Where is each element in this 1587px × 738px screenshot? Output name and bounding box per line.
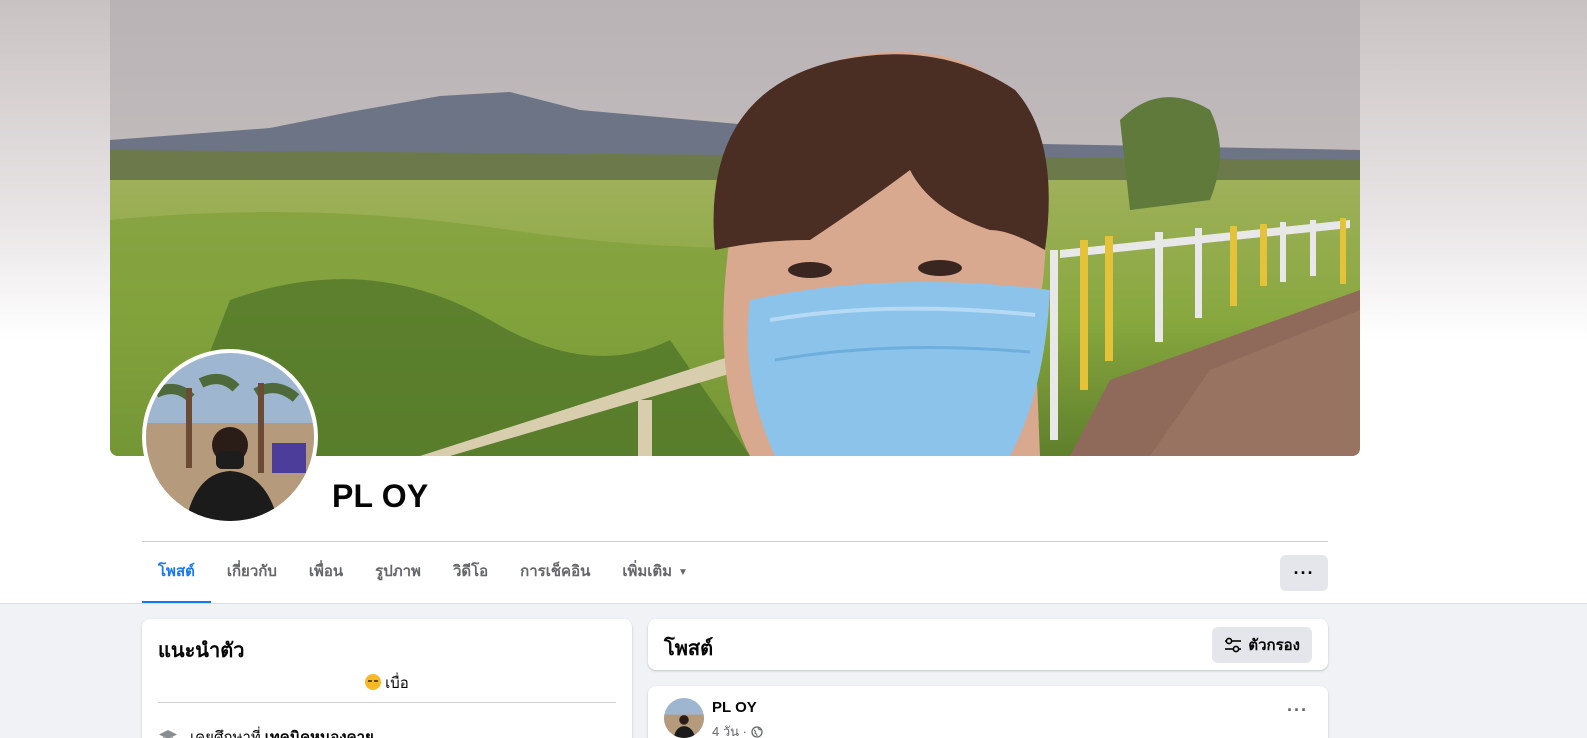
tab-label: โพสต์ [158,563,195,580]
profile-avatar[interactable] [142,349,318,525]
intro-education: เคยศึกษาที่ เทคนิคหนองคาย [158,725,374,738]
posts-header-card: โพสต์ ตัวกรอง [648,619,1328,670]
post-author-name[interactable]: PL OY [712,699,757,716]
intro-bio: เบื่อ [142,671,632,695]
post-author-avatar[interactable] [664,698,704,738]
intro-card: แนะนำตัว เบื่อ เคยศึกษาที่ เทคนิคหนองคาย [142,619,632,738]
header-divider [142,541,1328,542]
education-prefix: เคยศึกษาที่ [190,729,261,738]
filter-label: ตัวกรอง [1248,637,1300,654]
intro-bio-text: เบื่อ [385,675,409,692]
tab-label: วิดีโอ [452,563,489,580]
tab-label: การเช็คอิน [520,563,591,580]
post-card: PL OY 4 วัน · ··· [648,686,1328,738]
intro-title: แนะนำตัว [158,640,245,662]
tab-posts[interactable]: โพสต์ [142,552,211,604]
tab-videos[interactable]: วิดีโอ [437,552,504,604]
profile-tabs: โพสต์ เกี่ยวกับ เพื่อน รูปภาพ วิดีโอ การ… [142,552,704,604]
header-bottom-border [0,603,1587,604]
graduation-cap-icon [159,730,177,738]
tab-about[interactable]: เกี่ยวกับ [211,552,293,604]
intro-divider [158,702,616,703]
globe-icon [751,725,763,738]
education-school-link[interactable]: เทคนิคหนองคาย [265,725,374,738]
caret-down-icon: ▼ [678,567,688,578]
filter-icon [1225,637,1242,653]
tab-friends[interactable]: เพื่อน [293,552,359,604]
more-options-button[interactable]: ··· [1280,555,1328,591]
tab-label: เกี่ยวกับ [226,563,277,580]
tab-more[interactable]: เพิ่มเติม ▼ [606,552,704,604]
profile-name: PL OY [332,478,429,514]
more-horizontal-icon: ··· [1293,562,1315,583]
tab-label: รูปภาพ [375,563,421,580]
post-timestamp[interactable]: 4 วัน · [712,721,747,738]
posts-title: โพสต์ [664,638,714,660]
tab-checkins[interactable]: การเช็คอิน [504,552,606,604]
tab-label: เพื่อน [308,563,344,580]
post-meta: 4 วัน · [712,721,763,738]
tab-photos[interactable]: รูปภาพ [359,552,437,604]
post-options-icon[interactable]: ··· [1287,700,1308,721]
filter-button[interactable]: ตัวกรอง [1212,627,1312,663]
expressionless-emoji-icon [365,674,382,690]
tab-label: เพิ่มเติม [622,563,673,580]
